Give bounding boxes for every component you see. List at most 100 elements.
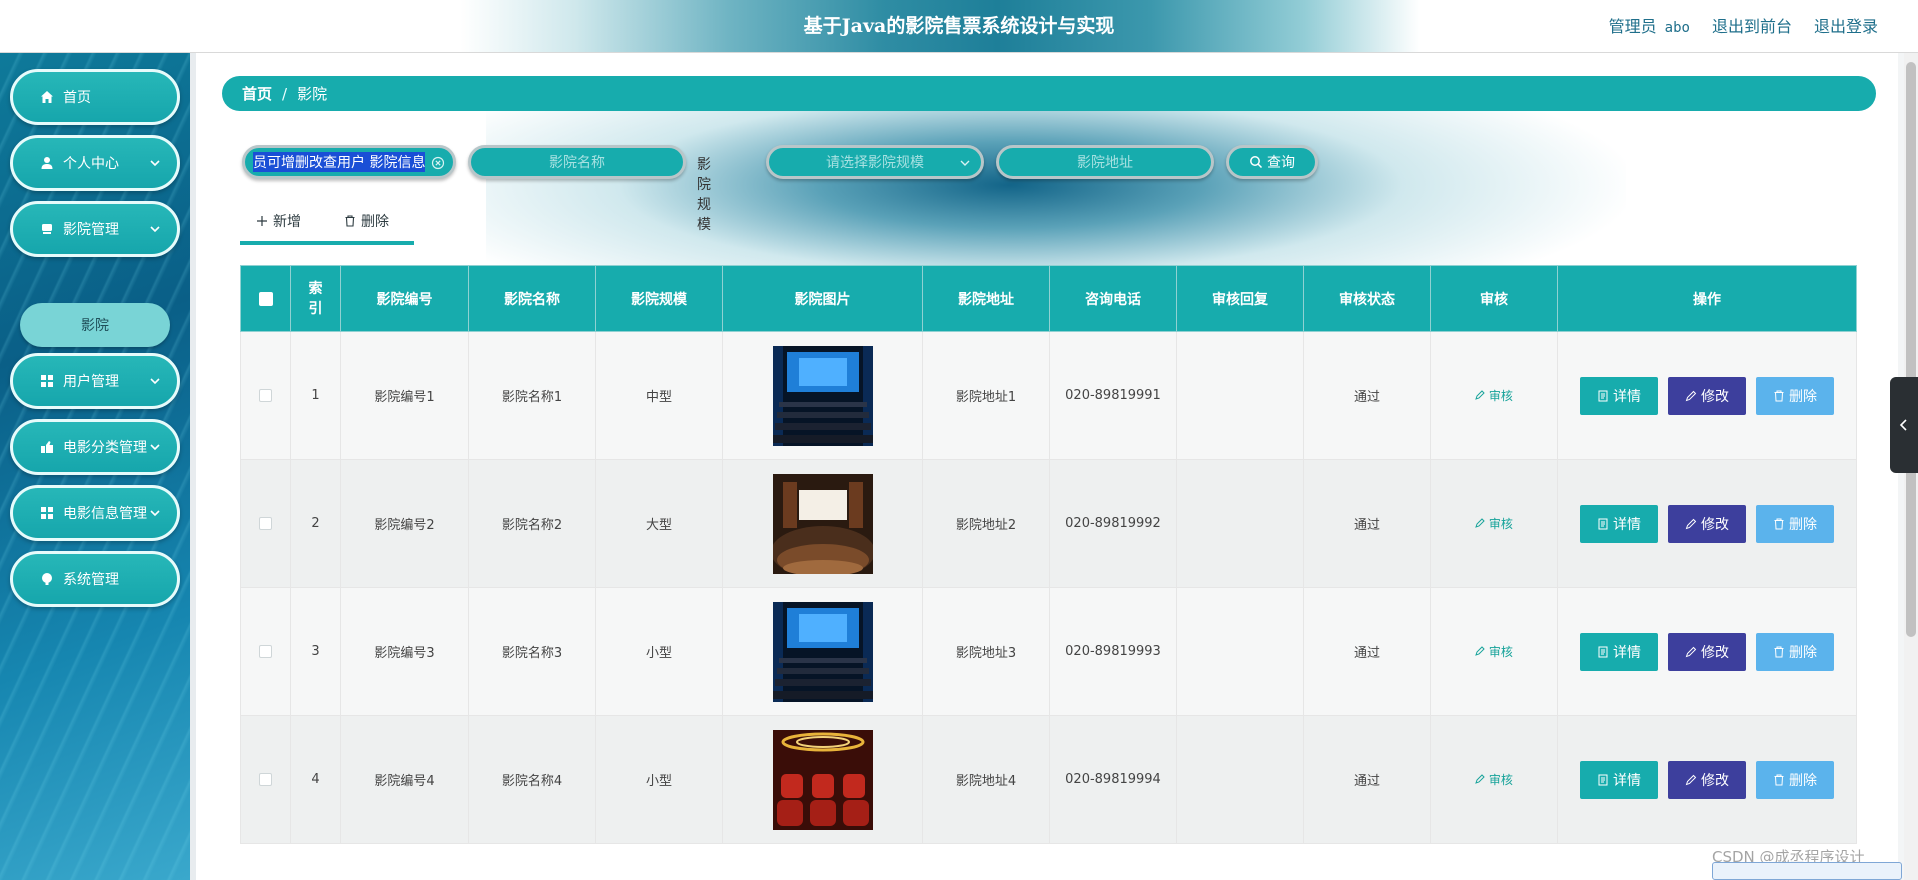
audit-status-cell: 通过 bbox=[1303, 459, 1431, 588]
audit-cell: 审核 bbox=[1430, 459, 1558, 588]
logout-link[interactable]: 退出登录 bbox=[1814, 13, 1878, 37]
sidebar-item-cinema-management[interactable]: 影院管理 bbox=[10, 201, 180, 257]
sidebar-item-movie-category-management[interactable]: 电影分类管理 bbox=[10, 419, 180, 475]
document-icon bbox=[1598, 646, 1608, 657]
keyword-input[interactable]: 员可增删改查用户 影院信息 bbox=[242, 145, 456, 179]
clear-icon[interactable] bbox=[431, 156, 445, 170]
table-header-row: 索引 影院编号 影院名称 影院规模 影院图片 影院地址 咨询电话 审核回复 审核… bbox=[240, 265, 1857, 332]
cinema-scale-select[interactable]: 请选择影院规模 bbox=[766, 145, 984, 179]
column-header: 影院图片 bbox=[722, 265, 923, 332]
cinema-scale-placeholder: 请选择影院规模 bbox=[826, 155, 924, 171]
cinema-name-input[interactable]: 影院名称 bbox=[468, 145, 686, 179]
cinema-image-blue-screen bbox=[772, 601, 873, 702]
audit-link[interactable]: 审核 bbox=[1475, 773, 1513, 787]
audit-cell: 审核 bbox=[1430, 715, 1558, 844]
trash-icon bbox=[1774, 390, 1784, 401]
top-right-nav: 管理员 abo 退出到前台 退出登录 bbox=[1609, 13, 1878, 37]
sidebar-item-personal-center[interactable]: 个人中心 bbox=[10, 135, 180, 191]
cinema-image-cell bbox=[722, 715, 923, 844]
audit-link[interactable]: 审核 bbox=[1475, 389, 1513, 403]
operations-cell: 详情 修改 删除 bbox=[1557, 715, 1857, 844]
ime-toolbar bbox=[1712, 862, 1902, 880]
settings-icon bbox=[39, 571, 55, 587]
row-checkbox[interactable] bbox=[259, 517, 272, 530]
collapse-panel-button[interactable] bbox=[1890, 377, 1918, 473]
table-row: 2 影院编号2 影院名称2 大型 影院地址2 020-89819992 通过 审… bbox=[240, 459, 1857, 588]
sidebar-item-system-management[interactable]: 系统管理 bbox=[10, 551, 180, 607]
add-button[interactable]: 新增 bbox=[256, 211, 301, 231]
cinema-name-cell: 影院名称3 bbox=[468, 587, 596, 716]
delete-button[interactable]: 删除 bbox=[1756, 760, 1834, 799]
trash-icon bbox=[1774, 646, 1784, 657]
edit-button[interactable]: 修改 bbox=[1668, 504, 1746, 543]
sidebar-subitem-cinema[interactable]: 影院 bbox=[20, 303, 170, 347]
audit-status-cell: 通过 bbox=[1303, 715, 1431, 844]
row-select-cell bbox=[240, 459, 291, 588]
sidebar-item-home[interactable]: 首页 bbox=[10, 69, 180, 125]
document-icon bbox=[1598, 774, 1608, 785]
cinema-code-cell: 影院编号1 bbox=[340, 331, 469, 460]
sidebar-item-label: 首页 bbox=[63, 90, 91, 106]
detail-button[interactable]: 详情 bbox=[1580, 632, 1658, 671]
select-all-cell bbox=[240, 265, 291, 332]
exit-to-front-link[interactable]: 退出到前台 bbox=[1712, 13, 1792, 37]
cinema-code-cell: 影院编号3 bbox=[340, 587, 469, 716]
audit-link-label: 审核 bbox=[1488, 773, 1513, 787]
audit-link[interactable]: 审核 bbox=[1475, 645, 1513, 659]
table-row: 3 影院编号3 影院名称3 小型 影院地址3 020-89819993 通过 审… bbox=[240, 587, 1857, 716]
detail-button[interactable]: 详情 bbox=[1580, 376, 1658, 415]
batch-delete-button[interactable]: 删除 bbox=[344, 211, 389, 231]
edit-button[interactable]: 修改 bbox=[1668, 632, 1746, 671]
edit-button-label: 修改 bbox=[1701, 388, 1729, 405]
chevron-down-icon bbox=[150, 510, 160, 517]
cinema-image-crowded bbox=[772, 473, 873, 574]
cinema-name-cell: 影院名称4 bbox=[468, 715, 596, 844]
table-row: 4 影院编号4 影院名称4 小型 影院地址4 020-89819994 通过 审… bbox=[240, 715, 1857, 844]
cinema-image-blue-screen bbox=[772, 345, 873, 446]
row-checkbox[interactable] bbox=[259, 645, 272, 658]
sidebar-item-label: 电影信息管理 bbox=[63, 506, 147, 522]
sidebar-item-movie-info-management[interactable]: 电影信息管理 bbox=[10, 485, 180, 541]
delete-button-label: 删除 bbox=[1789, 388, 1817, 405]
breadcrumb-separator: / bbox=[282, 84, 288, 103]
document-icon bbox=[1598, 518, 1608, 529]
delete-button[interactable]: 删除 bbox=[1756, 504, 1834, 543]
scrollbar-thumb[interactable] bbox=[1906, 62, 1916, 637]
edit-button[interactable]: 修改 bbox=[1668, 376, 1746, 415]
sidebar-item-user-management[interactable]: 用户管理 bbox=[10, 353, 180, 409]
sidebar-item-label: 影院管理 bbox=[63, 222, 119, 238]
cinema-address-cell: 影院地址4 bbox=[922, 715, 1050, 844]
edit-button-label: 修改 bbox=[1701, 516, 1729, 533]
cinema-address-input[interactable]: 影院地址 bbox=[996, 145, 1214, 179]
delete-button[interactable]: 删除 bbox=[1756, 632, 1834, 671]
cinema-address-cell: 影院地址3 bbox=[922, 587, 1050, 716]
select-all-checkbox[interactable] bbox=[258, 291, 273, 306]
chevron-left-icon bbox=[1899, 419, 1907, 431]
user-name: abo bbox=[1664, 20, 1690, 36]
audit-link[interactable]: 审核 bbox=[1475, 517, 1513, 531]
breadcrumb-home[interactable]: 首页 bbox=[242, 83, 272, 104]
query-button[interactable]: 查询 bbox=[1226, 145, 1318, 179]
edit-icon bbox=[1685, 390, 1697, 401]
sidebar-item-label: 电影分类管理 bbox=[63, 440, 147, 456]
detail-button[interactable]: 详情 bbox=[1580, 760, 1658, 799]
edit-button[interactable]: 修改 bbox=[1668, 760, 1746, 799]
row-checkbox[interactable] bbox=[259, 773, 272, 786]
column-header: 咨询电话 bbox=[1049, 265, 1177, 332]
detail-button[interactable]: 详情 bbox=[1580, 504, 1658, 543]
row-checkbox[interactable] bbox=[259, 389, 272, 402]
column-header: 影院编号 bbox=[340, 265, 469, 332]
edit-icon bbox=[1685, 646, 1697, 657]
edit-icon bbox=[1475, 390, 1485, 400]
cinema-scale-label: 影院规模 bbox=[697, 157, 711, 233]
column-header: 影院规模 bbox=[595, 265, 723, 332]
audit-reply-cell bbox=[1176, 331, 1304, 460]
column-header: 审核回复 bbox=[1176, 265, 1304, 332]
delete-button[interactable]: 删除 bbox=[1756, 376, 1834, 415]
sidebar-item-label: 个人中心 bbox=[63, 156, 119, 172]
audit-cell: 审核 bbox=[1430, 587, 1558, 716]
index-cell: 2 bbox=[290, 459, 341, 588]
row-select-cell bbox=[240, 587, 291, 716]
index-cell: 4 bbox=[290, 715, 341, 844]
column-header: 审核 bbox=[1430, 265, 1558, 332]
